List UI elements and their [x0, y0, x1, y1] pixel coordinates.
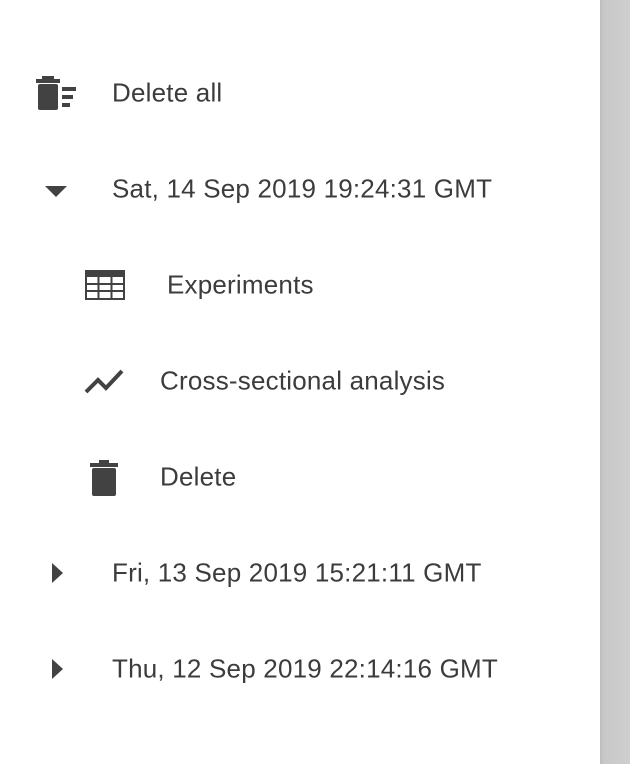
trash-icon: [90, 460, 118, 496]
caret-right-icon: [52, 659, 63, 679]
session-item[interactable]: Sat, 14 Sep 2019 19:24:31 GMT: [0, 141, 600, 237]
drawer-scrim[interactable]: [600, 0, 630, 764]
cross-sectional-analysis-label: Cross-sectional analysis: [160, 365, 446, 396]
experiments-label: Experiments: [167, 269, 314, 300]
table-icon: [85, 270, 125, 300]
delete-all-item[interactable]: Delete all: [0, 45, 600, 141]
cross-sectional-analysis-item[interactable]: Cross-sectional analysis: [0, 333, 600, 429]
delete-sweep-icon: [36, 76, 76, 110]
trending-line-icon: [84, 369, 124, 394]
caret-down-icon: [45, 186, 67, 197]
session-date: Fri, 13 Sep 2019 15:21:11 GMT: [112, 557, 482, 588]
session-item[interactable]: Thu, 12 Sep 2019 22:14:16 GMT: [0, 621, 600, 717]
session-item[interactable]: Fri, 13 Sep 2019 15:21:11 GMT: [0, 525, 600, 621]
experiments-item[interactable]: Experiments: [0, 237, 600, 333]
navigation-drawer: Delete all Sat, 14 Sep 2019 19:24:31 GMT…: [0, 0, 600, 764]
delete-all-label: Delete all: [112, 77, 223, 108]
session-date: Sat, 14 Sep 2019 19:24:31 GMT: [112, 173, 493, 204]
delete-item[interactable]: Delete: [0, 429, 600, 525]
delete-label: Delete: [160, 461, 237, 492]
session-date: Thu, 12 Sep 2019 22:14:16 GMT: [112, 653, 498, 684]
caret-right-icon: [52, 563, 63, 583]
